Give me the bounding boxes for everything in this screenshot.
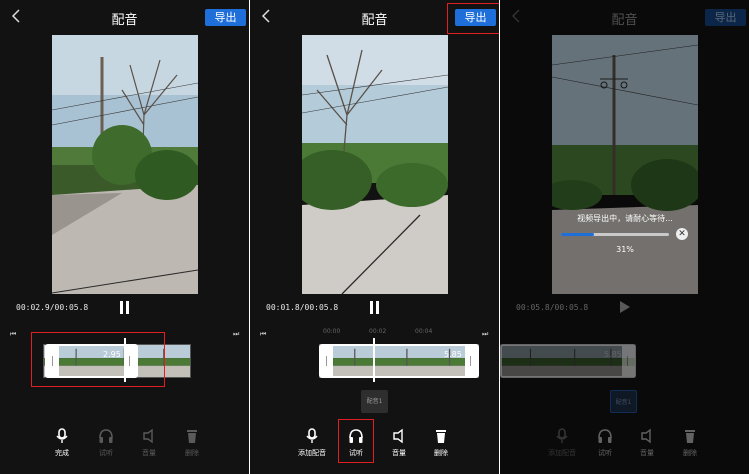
phone-screen-1: 配音 导出 00:02.9/00:05.8 ⏮ ⏭ 2.95 完成 试听 音量 … [0,0,249,474]
video-preview[interactable] [52,35,198,294]
highlight-box [338,419,374,463]
skip-to-start-icon[interactable]: ⏮ [260,330,266,339]
time-readout: 00:02.9/00:05.8 [16,303,89,312]
export-progress-message: 视频导出中，请耐心等待... [577,214,673,223]
tool-delete[interactable]: 删除 [172,428,212,458]
clip-duration-label: 5.85 [444,350,462,359]
microphone-icon [304,428,320,444]
playhead[interactable] [373,338,375,382]
export-progress-bar [561,233,669,236]
trash-icon [433,428,449,444]
tool-volume[interactable]: 音量 [129,428,169,458]
tool-done[interactable]: 完成 [42,428,82,458]
tool-label: 完成 [55,449,69,457]
tool-delete[interactable]: 删除 [421,428,461,458]
phone-screen-3: 配音 导出 00:05.8/00:05.8 5.85 配音1 添加配音 试听 音… [500,0,749,474]
skip-to-start-icon[interactable]: ⏮ [10,330,16,339]
tool-label: 删除 [185,449,199,457]
audio-track-chip[interactable]: 配音1 [361,390,388,413]
trash-icon [184,428,200,444]
ruler-tick-label: 00:04 [415,328,433,335]
phone-screen-2: 配音 导出 00:01.8/00:05.8 ⏮ ⏭ 00:00 00:02 00… [250,0,499,474]
time-readout: 00:01.8/00:05.8 [266,303,339,312]
tool-add-dub[interactable]: 添加配音 [292,428,332,458]
tool-listen[interactable]: 试听 [86,428,126,458]
pause-button[interactable] [119,301,131,314]
microphone-icon [54,428,70,444]
ruler-tick-label: 00:02 [369,328,387,335]
tool-label: 音量 [392,449,406,457]
headphones-icon [98,428,114,444]
speaker-icon [141,428,157,444]
highlight-box [31,332,165,387]
tool-label: 试听 [99,449,113,457]
speaker-icon [391,428,407,444]
export-button[interactable]: 导出 [205,9,246,26]
tool-volume[interactable]: 音量 [379,428,419,458]
export-progress-percent: 31% [616,245,634,254]
pause-button[interactable] [369,301,381,314]
highlight-box [447,3,499,34]
skip-to-end-icon[interactable]: ⏭ [482,330,488,339]
export-progress-fill [561,233,595,236]
ruler-tick-label: 00:00 [323,328,341,335]
tool-label: 删除 [434,449,448,457]
clip-handle-right[interactable] [465,346,477,376]
close-icon[interactable]: ✕ [676,228,688,240]
tool-label: 添加配音 [298,449,326,457]
skip-to-end-icon[interactable]: ⏭ [233,330,239,339]
tool-label: 音量 [142,449,156,457]
export-dim-overlay [500,0,749,474]
video-preview[interactable] [302,35,448,294]
clip-handle-left[interactable] [321,346,333,376]
